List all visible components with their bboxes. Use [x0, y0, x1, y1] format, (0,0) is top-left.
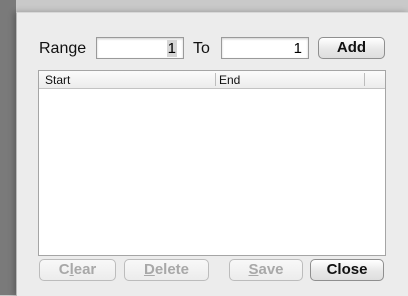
delete-button[interactable]: Delete — [124, 259, 209, 281]
range-from-input[interactable]: 1 — [96, 37, 184, 59]
column-divider — [364, 73, 365, 86]
column-header-start[interactable]: Start — [45, 73, 70, 87]
column-header-end[interactable]: End — [219, 73, 240, 87]
background-window — [0, 0, 16, 295]
save-mnemonic: S — [248, 261, 259, 278]
delete-label-post: elete — [154, 261, 190, 278]
table-header: Start End — [39, 71, 385, 89]
range-from-value: 1 — [166, 40, 177, 57]
ranges-table[interactable]: Start End — [38, 70, 386, 256]
save-button[interactable]: Save — [229, 259, 303, 281]
clear-label-pre: C — [58, 261, 70, 278]
save-label-post: ave — [258, 261, 284, 278]
delete-mnemonic: D — [143, 261, 155, 278]
column-divider — [215, 73, 216, 86]
to-label: To — [193, 40, 210, 57]
range-label: Range — [39, 40, 87, 57]
clear-label-post: ear — [73, 261, 97, 278]
range-dialog: Range 1 To 1 Add Start End Clear Delete … — [16, 12, 408, 296]
clear-button[interactable]: Clear — [39, 259, 116, 281]
close-button[interactable]: Close — [310, 259, 384, 281]
add-button[interactable]: Add — [318, 37, 385, 59]
range-to-input[interactable]: 1 — [221, 37, 309, 59]
